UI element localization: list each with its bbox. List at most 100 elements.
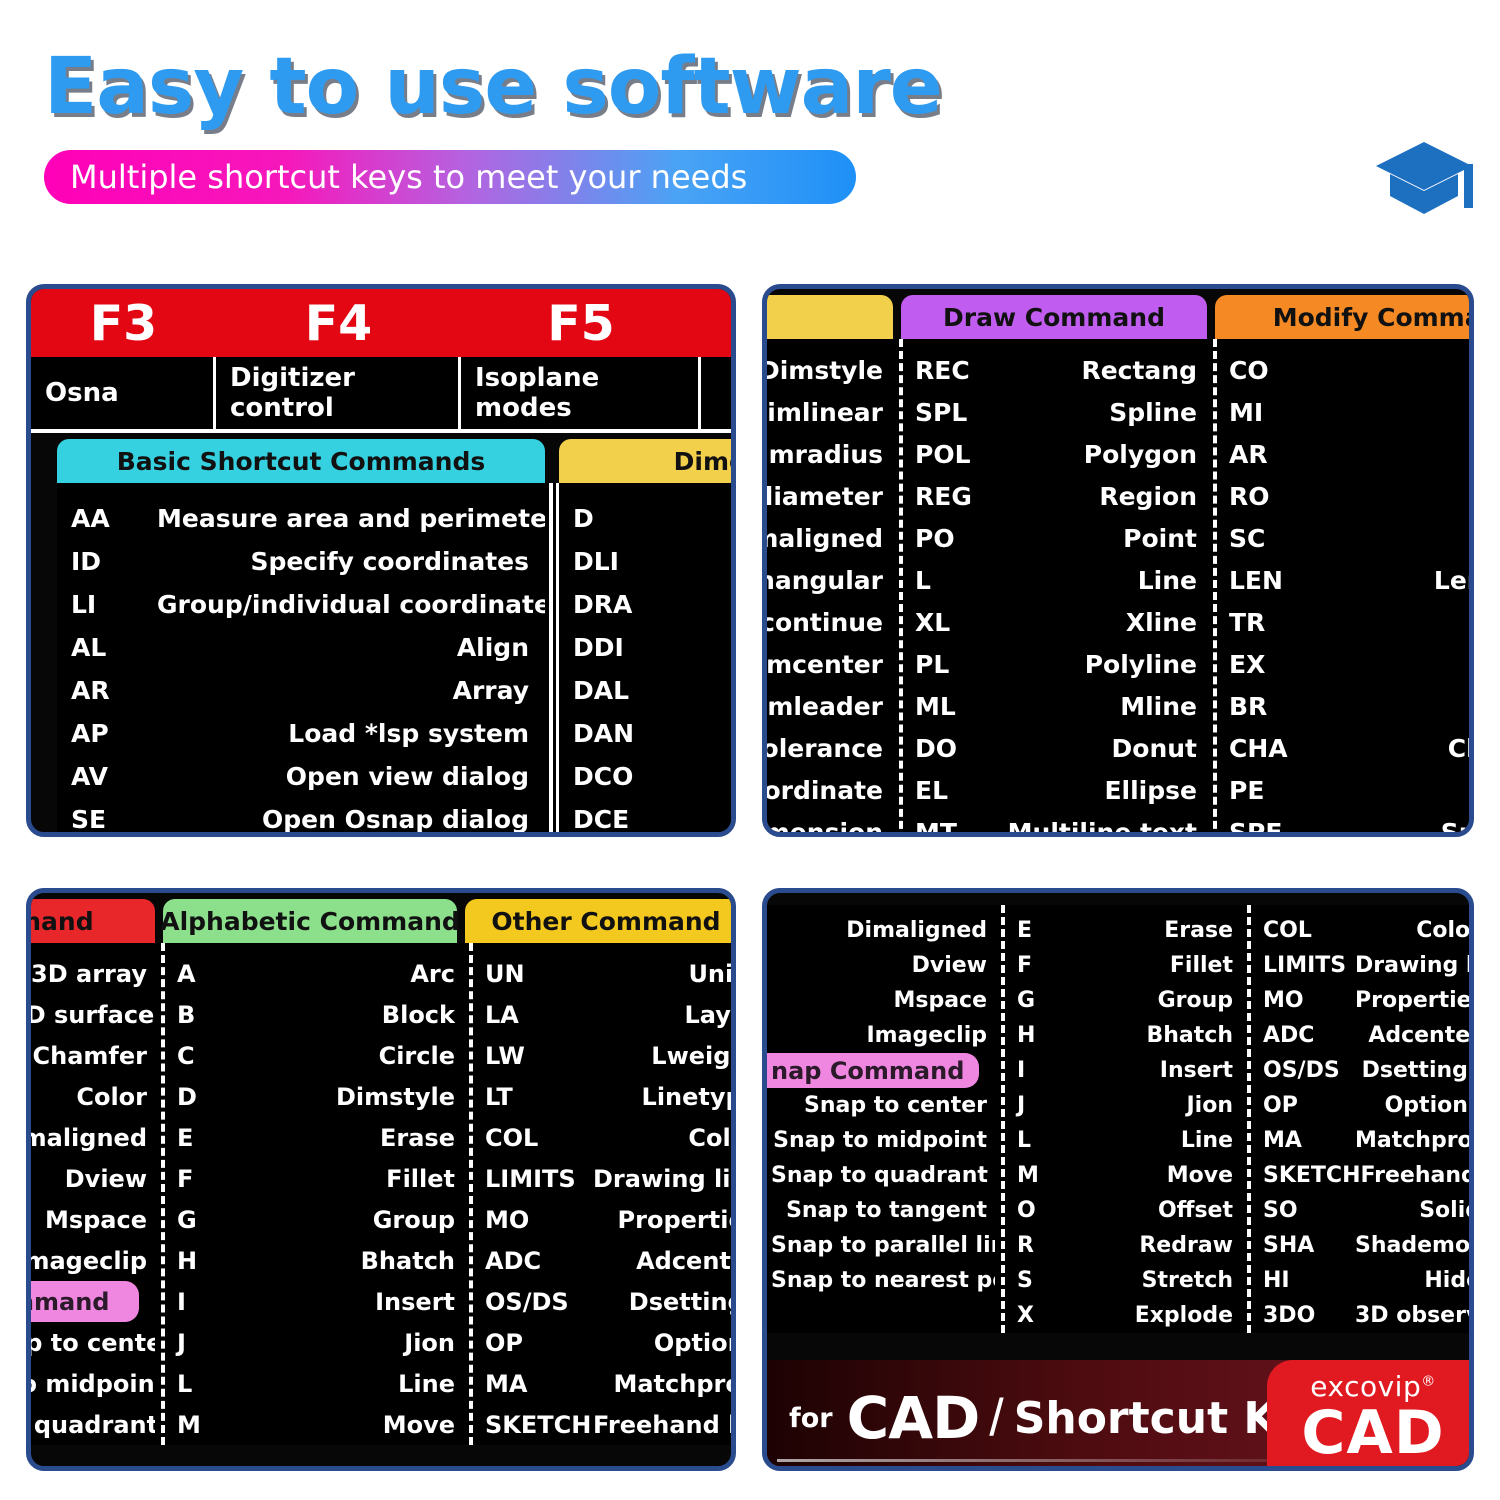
- shortcut-description: Extend: [1295, 650, 1469, 679]
- table-row: Imageclip: [31, 1240, 147, 1281]
- shortcut-description: Dview: [64, 1164, 147, 1193]
- table-row: RO Rotate: [1229, 475, 1469, 517]
- tab-dimensions[interactable]: ons: [767, 295, 893, 339]
- shortcut-description: Dimstyle: [762, 355, 883, 385]
- shortcut-code: DCO: [573, 762, 634, 791]
- shortcut-code: DCE: [573, 805, 630, 834]
- shortcut-description: Dim: [659, 633, 731, 662]
- shortcut-description: Group: [372, 1205, 455, 1234]
- table-row: LW Lweight: [485, 1035, 731, 1076]
- table-row: SPE Splinedit: [1229, 811, 1474, 837]
- tab-draw-command[interactable]: Draw Command: [901, 295, 1207, 339]
- shortcut-code: D: [177, 1082, 197, 1111]
- tab-3d-command[interactable]: mand: [31, 899, 155, 943]
- shortcut-code: G: [177, 1205, 197, 1234]
- inline-tab-snap-command[interactable]: mmand: [31, 1281, 147, 1322]
- shortcut-description: Offset: [1157, 1198, 1233, 1223]
- table-row: nordinate: [763, 769, 883, 811]
- tab-alphabetic-command[interactable]: Alphabetic Command: [160, 899, 460, 943]
- shortcut-description: Dimaligned: [846, 918, 987, 943]
- datacols-top-left: AA Measure area and perimeter ID Specify co…: [57, 483, 731, 834]
- shortcut-description: Mspace: [44, 1205, 147, 1234]
- shortcut-code: MT: [915, 817, 957, 837]
- shortcut-description: 3D observation: [1355, 1303, 1469, 1328]
- table-row: 3D array: [31, 953, 147, 994]
- shortcut-code: AR: [1229, 439, 1268, 469]
- shortcut-description: Splinedit: [1440, 817, 1474, 837]
- shortcut-description: Donut: [1111, 733, 1197, 763]
- shortcut-code: SPE: [1229, 817, 1283, 837]
- shortcut-description: Lweight: [651, 1041, 731, 1070]
- shortcut-code: A: [177, 959, 196, 988]
- table-row: Mspace: [31, 1199, 147, 1240]
- shortcut-description: Rotate: [1295, 482, 1469, 511]
- tab-basic-shortcut-commands[interactable]: Basic Shortcut Commands: [57, 439, 545, 483]
- fkey-row: F3 F4 F5: [31, 289, 731, 357]
- tab-modify-command[interactable]: Modify Command: [1215, 295, 1469, 339]
- table-row: ncontinue: [767, 601, 883, 643]
- table-row: O Offset: [1017, 1193, 1233, 1228]
- shortcut-code: LIMITS: [485, 1164, 576, 1193]
- tabrow-top-left: Basic Shortcut Commands Dimensio: [57, 439, 731, 483]
- shortcut-description: Fillet: [386, 1164, 455, 1193]
- table-row: AL Align: [71, 626, 529, 669]
- shortcut-description: D: [659, 547, 731, 576]
- shortcut-code: MA: [485, 1369, 528, 1398]
- shortcut-description: Solid: [1419, 1198, 1469, 1223]
- list-draw-commands: REC Rectang SPL Spline POL Polygon REG Region PO…: [907, 339, 1207, 837]
- table-row: F Fillet: [1017, 948, 1233, 983]
- shortcut-description: Chamfer: [1447, 733, 1469, 763]
- shortcut-description: Point: [1123, 523, 1197, 553]
- brand-divider: [777, 1459, 1277, 1462]
- shortcut-code: B: [177, 1000, 196, 1029]
- table-row: Snap to nearest point: [771, 1263, 1041, 1298]
- table-row: COL Color: [485, 1117, 731, 1158]
- shortcut-description: Line: [1180, 1128, 1233, 1153]
- table-row: LI Group/individual coordinates: [71, 583, 566, 626]
- list-modify-commands: COCopyMIMirrorARArrayRORotateSCScaleLENL…: [1221, 339, 1474, 837]
- shortcut-code: SC: [1229, 523, 1266, 553]
- shortcut-description: 3D surface: [26, 1000, 155, 1029]
- table-row: Dimlinear: [767, 391, 883, 433]
- shortcut-code: MO: [485, 1205, 530, 1234]
- shortcut-description: Align: [456, 633, 529, 662]
- shortcut-description: Copy: [1295, 356, 1469, 385]
- table-row: MO Properties: [485, 1199, 731, 1240]
- shortcut-description: Polygon: [1083, 439, 1197, 469]
- shortcut-code: POL: [915, 439, 971, 469]
- shortcut-description: Trim: [1295, 608, 1469, 637]
- table-row: E Erase: [1017, 913, 1233, 948]
- table-row: E Erase: [177, 1117, 455, 1158]
- shortcut-description: ap to center: [26, 1328, 175, 1357]
- shortcut-code: R: [1017, 1233, 1034, 1258]
- shortcut-code: DRA: [573, 590, 633, 619]
- table-row: F Fillet: [177, 1158, 455, 1199]
- inline-tab-label: nap Command: [767, 1053, 979, 1088]
- shortcut-description: Snap to tangent: [786, 1198, 987, 1223]
- table-row: M Move: [177, 1404, 455, 1445]
- table-row: J Jion: [177, 1322, 455, 1363]
- vendor-logo-block: excovip® CAD: [1267, 1360, 1469, 1466]
- shortcut-description: Properties: [617, 1205, 731, 1234]
- list-other-commands: UN Units LA Layer LW Lweight LT Linetype COL Colo…: [477, 943, 731, 1445]
- tab-other-command[interactable]: Other Command: [465, 899, 731, 943]
- shortcut-description: D: [659, 805, 731, 832]
- inline-tab-snap-command[interactable]: nap Command: [767, 1053, 987, 1088]
- shortcut-description: Erase: [1164, 918, 1233, 943]
- table-row: Snap to quadrant: [771, 1158, 988, 1193]
- shortcut-description: Imageclip: [866, 1023, 988, 1048]
- shortcut-description: to midpoint: [31, 1369, 167, 1398]
- shortcut-description: nordinate: [763, 775, 883, 805]
- shortcut-code: MI: [1229, 397, 1264, 427]
- brand-for-label: for: [789, 1402, 833, 1434]
- table-row: LIMITS Drawing limits: [1263, 948, 1469, 983]
- shortcut-description: Block: [381, 1000, 455, 1029]
- shortcut-code: LT: [485, 1082, 513, 1111]
- tab-dimension[interactable]: Dimensio: [559, 439, 731, 483]
- fkey-desc-osna: Osna: [31, 357, 216, 429]
- shortcut-code: M: [1017, 1163, 1039, 1188]
- shortcut-description: Explode: [1134, 1303, 1233, 1328]
- table-row: POL Polygon: [915, 433, 1197, 475]
- table-row: dimension: [767, 811, 883, 833]
- datacols-bottom-left: 3D array 3D surface Chamfer Color imaligned D…: [26, 943, 731, 1445]
